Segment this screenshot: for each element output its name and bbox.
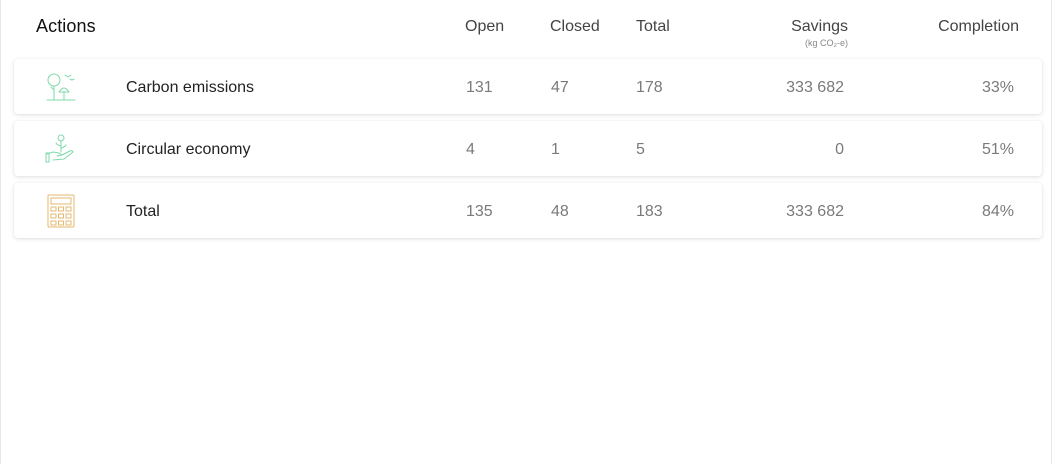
column-header-open[interactable]: Open — [465, 18, 504, 36]
row-label: Carbon emissions — [126, 79, 255, 96]
closed-count: 1 — [551, 141, 560, 158]
completion-value: 51% — [981, 141, 1014, 158]
open-count: 135 — [466, 203, 493, 220]
completion-value: 33% — [981, 79, 1014, 96]
left-frame-line — [0, 0, 1, 464]
table-header: Actions Open Closed Total Savings (kg CO… — [0, 0, 1052, 56]
total-count: 178 — [636, 79, 663, 96]
closed-count: 48 — [551, 203, 569, 220]
open-count: 4 — [466, 141, 475, 158]
column-header-closed[interactable]: Closed — [550, 18, 600, 36]
column-header-completion[interactable]: Completion — [938, 18, 1019, 36]
calculator-icon — [44, 194, 78, 228]
open-count: 131 — [466, 79, 493, 96]
total-count: 183 — [636, 203, 663, 220]
page-title: Actions — [36, 16, 96, 36]
total-count: 5 — [636, 141, 645, 158]
hand-plant-icon — [44, 132, 78, 166]
column-header-total[interactable]: Total — [636, 18, 670, 36]
row-label: Circular economy — [126, 141, 251, 158]
savings-value: 333 682 — [786, 79, 844, 96]
table-row-circular-economy[interactable]: Circular economy 4 1 5 0 51% — [14, 121, 1042, 176]
savings-value: 333 682 — [786, 203, 844, 220]
closed-count: 47 — [551, 79, 569, 96]
column-header-savings[interactable]: Savings — [791, 18, 848, 36]
savings-unit-label: (kg CO₂-e) — [805, 38, 848, 48]
completion-value: 84% — [981, 203, 1014, 220]
actions-summary-page: Actions Open Closed Total Savings (kg CO… — [0, 0, 1052, 464]
tree-landscape-icon — [44, 70, 78, 104]
savings-value: 0 — [835, 141, 844, 158]
table-row-carbon-emissions[interactable]: Carbon emissions 131 47 178 333 682 33% — [14, 59, 1042, 114]
row-label: Total — [126, 203, 160, 220]
table-row-total[interactable]: Total 135 48 183 333 682 84% — [14, 183, 1042, 238]
